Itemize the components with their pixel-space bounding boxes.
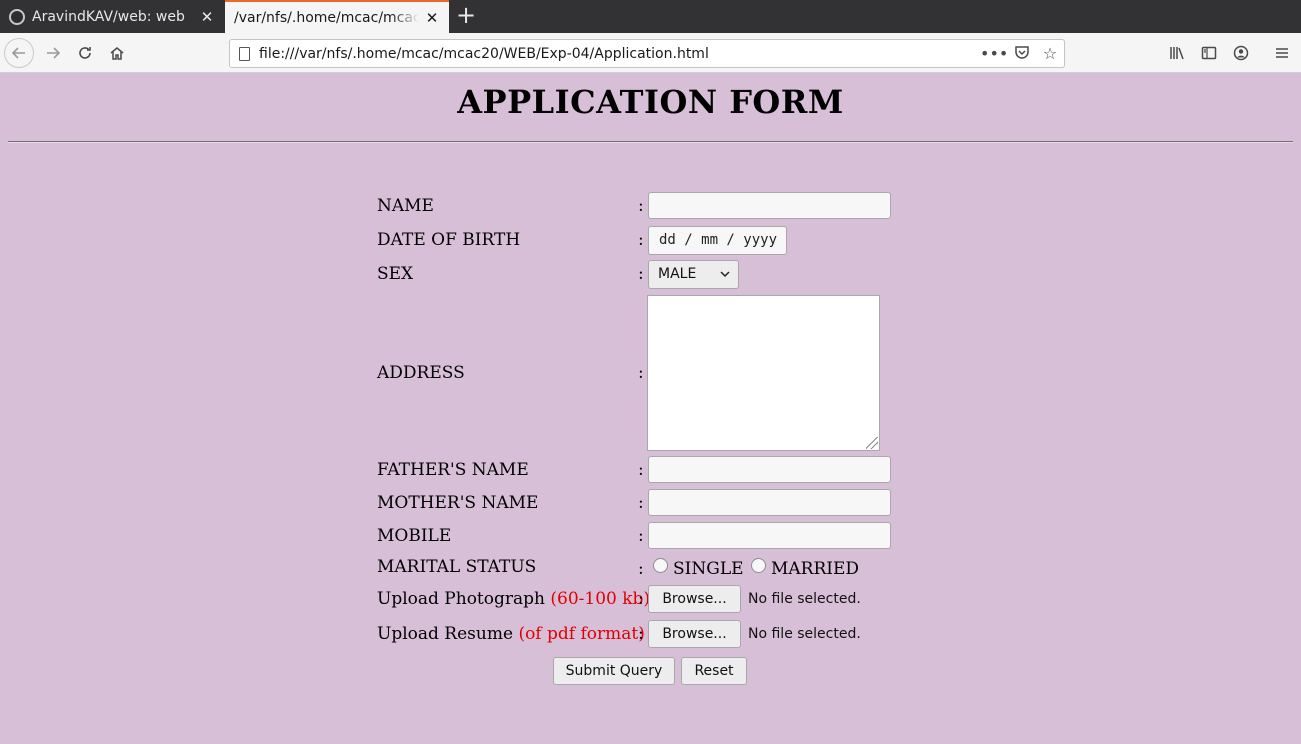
colon: : [638,559,644,579]
colon: : [638,526,644,546]
close-tab-icon[interactable]: ✕ [419,9,445,27]
row-mobile: MOBILE : [377,522,917,550]
more-icon[interactable]: ••• [980,44,1008,63]
pocket-icon[interactable] [1008,44,1036,64]
submit-button[interactable]: Submit Query [553,657,675,685]
bookmark-star-icon[interactable]: ☆ [1036,44,1064,63]
forward-icon[interactable] [38,38,68,68]
back-icon[interactable] [4,38,34,68]
colon: : [638,363,644,383]
horizontal-rule [8,141,1293,143]
row-resume: Upload Resume (of pdf format) : Browse..… [377,620,917,648]
dob-input[interactable]: dd / mm / yyyy [648,226,787,255]
photo-size-note: (60-100 kb) [550,589,651,609]
toolbar-right [1161,38,1257,68]
url-bar[interactable]: file:///var/nfs/.home/mcac/mcac20/WEB/Ex… [229,39,1065,68]
tab-title: AravindKAV/web: web [32,8,185,25]
colon: : [638,493,644,513]
resume-label-text: Upload Resume [377,624,514,644]
page-title: APPLICATION FORM [457,83,844,121]
row-sex: SEX : MALE [377,260,917,289]
sidebar-icon[interactable] [1193,38,1225,68]
colon: : [638,264,644,284]
tab-strip: AravindKAV/web: web ✕ /var/nfs/.home/mca… [0,0,1301,33]
page-icon [239,46,250,61]
resize-grip-icon[interactable] [866,437,878,449]
single-radio[interactable] [653,558,668,573]
photo-file-status: No file selected. [748,591,861,607]
row-dob: DATE OF BIRTH : dd / mm / yyyy [377,226,917,255]
father-name-label: FATHER'S NAME [377,460,529,480]
marital-status-label: MARITAL STATUS [377,557,537,577]
mother-name-label: MOTHER'S NAME [377,493,539,513]
name-label: NAME [377,196,434,216]
married-label: MARRIED [771,559,860,579]
reset-button[interactable]: Reset [681,657,747,685]
menu-icon[interactable] [1266,38,1298,68]
dob-label: DATE OF BIRTH [377,230,521,250]
row-father: FATHER'S NAME : [377,456,917,484]
new-tab-button[interactable]: + [452,0,480,33]
chevron-down-icon [720,261,730,298]
address-textarea[interactable] [647,295,880,451]
photo-browse-button[interactable]: Browse... [648,585,741,613]
close-tab-icon[interactable]: ✕ [194,8,220,26]
home-icon[interactable] [102,38,132,68]
account-icon[interactable] [1225,38,1257,68]
tab-application[interactable]: /var/nfs/.home/mcac/mcac20/WEB/Exp-04/Ap… [225,0,449,33]
mobile-label: MOBILE [377,526,452,546]
page-content: APPLICATION FORM NAME : DATE OF BIRTH : … [0,74,1301,744]
library-icon[interactable] [1161,38,1193,68]
mobile-input[interactable] [648,522,891,549]
resume-file-status: No file selected. [748,626,861,642]
photo-label-text: Upload Photograph [377,589,545,609]
reload-icon[interactable] [70,38,100,68]
father-name-input[interactable] [648,456,891,483]
colon: : [638,460,644,480]
colon: : [638,196,644,216]
sex-select[interactable]: MALE [648,260,739,289]
url-text[interactable]: file:///var/nfs/.home/mcac/mcac20/WEB/Ex… [259,46,980,62]
married-radio[interactable] [751,558,766,573]
address-label: ADDRESS [377,363,465,383]
single-label: SINGLE [673,559,744,579]
row-mother: MOTHER'S NAME : [377,489,917,517]
sex-selected-value: MALE [658,266,697,282]
name-input[interactable] [648,192,891,219]
tab-github[interactable]: AravindKAV/web: web ✕ [0,0,224,33]
row-marital: MARITAL STATUS : SINGLE MARRIED [377,553,917,581]
photo-label: Upload Photograph (60-100 kb) [377,585,650,613]
github-icon [9,8,25,25]
resume-format-note: (of pdf format) [518,624,645,644]
row-photo: Upload Photograph (60-100 kb) : Browse..… [377,585,917,613]
colon: : [638,589,644,609]
mother-name-input[interactable] [648,489,891,516]
row-name: NAME : [377,192,917,220]
colon: : [638,230,644,250]
resume-label: Upload Resume (of pdf format) [377,620,645,648]
resume-browse-button[interactable]: Browse... [648,620,741,648]
navigation-bar: file:///var/nfs/.home/mcac/mcac20/WEB/Ex… [0,33,1301,73]
colon: : [638,624,644,644]
sex-label: SEX [377,264,414,284]
tab-title: /var/nfs/.home/mcac/mcac20/WEB/Exp-04/Ap… [234,9,419,26]
